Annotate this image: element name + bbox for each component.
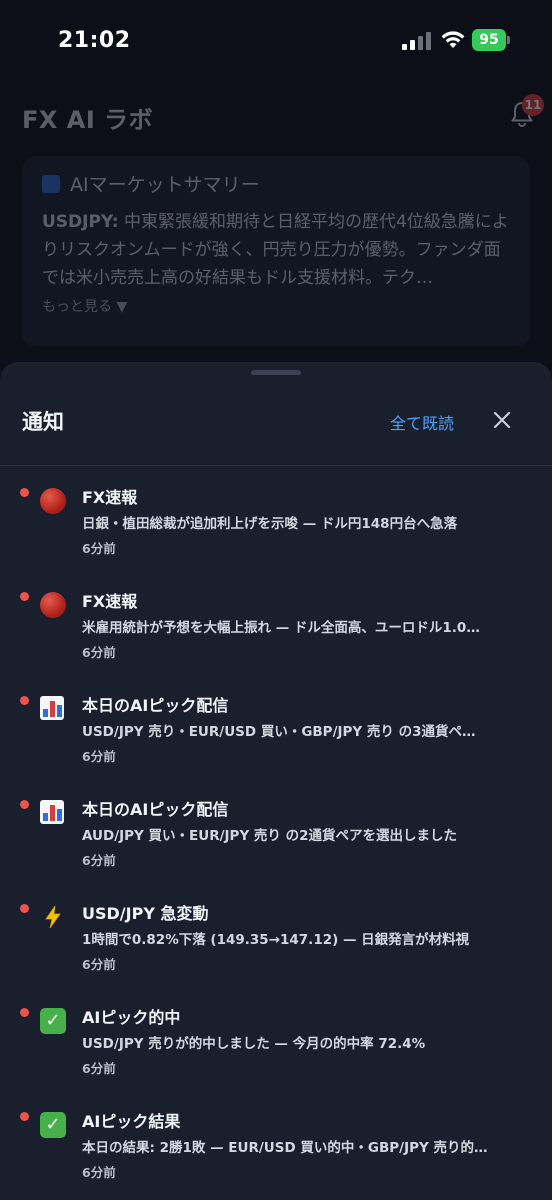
red-circle-icon <box>40 592 66 618</box>
notification-title: FX速報 <box>82 488 138 507</box>
notification-item[interactable]: ✓ AIピック結果 本日の結果: 2勝1敗 — EUR/USD 買い的中・GBP… <box>0 1090 552 1194</box>
notification-list: FX速報 日銀・植田総裁が追加利上げを示唆 — ドル円148円台へ急落 6分前 … <box>0 466 552 1194</box>
check-mark-icon: ✓ <box>40 1112 66 1138</box>
sheet-grabber[interactable] <box>251 370 301 375</box>
unread-dot <box>20 1112 29 1121</box>
notification-time: 6分前 <box>82 645 116 660</box>
bar-chart-icon <box>40 800 66 826</box>
battery-level: 95 <box>472 29 506 51</box>
close-icon[interactable] <box>486 404 518 436</box>
notification-time: 6分前 <box>82 1165 116 1180</box>
unread-dot <box>20 488 29 497</box>
notification-title: AIピック結果 <box>82 1112 181 1131</box>
notification-title: 本日のAIピック配信 <box>82 800 229 819</box>
notification-title: 本日のAIピック配信 <box>82 696 229 715</box>
notification-body: 本日の結果: 2勝1敗 — EUR/USD 買い的中・GBP/JPY 売り的… <box>82 1140 488 1156</box>
notification-body: 1時間で0.82%下落 (149.35→147.12) — 日銀発言が材料視 <box>82 932 470 948</box>
notification-badge: 11 <box>522 94 544 116</box>
unread-dot <box>20 904 29 913</box>
unread-dot <box>20 696 29 705</box>
notification-body: 日銀・植田総裁が追加利上げを示唆 — ドル円148円台へ急落 <box>82 516 458 532</box>
lightning-icon <box>40 904 66 930</box>
battery-icon: 95 <box>472 29 510 51</box>
unread-dot <box>20 592 29 601</box>
market-summary-card[interactable]: AIマーケットサマリー USDJPY: 中東緊張緩和期待と日経平均の歴代4位級急… <box>22 156 530 346</box>
mark-all-read-button[interactable]: 全て既読 <box>390 410 454 434</box>
notification-body: 米雇用統計が予想を大幅上振れ — ドル全面高、ユーロドル1.0… <box>82 620 480 636</box>
notification-time: 6分前 <box>82 853 116 868</box>
show-more-link[interactable]: もっと見る ▼ <box>42 296 127 316</box>
check-mark-icon: ✓ <box>40 1008 66 1034</box>
notification-item[interactable]: FX速報 米雇用統計が予想を大幅上振れ — ドル全面高、ユーロドル1.0… 6分… <box>0 570 552 674</box>
notification-body: USD/JPY 売り・EUR/USD 買い・GBP/JPY 売り の3通貨ペ… <box>82 724 476 740</box>
notification-item[interactable]: 本日のAIピック配信 AUD/JPY 買い・EUR/JPY 売り の2通貨ペアを… <box>0 778 552 882</box>
notification-title: FX速報 <box>82 592 138 611</box>
summary-title: AIマーケットサマリー <box>42 170 260 197</box>
notification-time: 6分前 <box>82 749 116 764</box>
screen: 21:02 95 FX AI ラボ 11 AIマーケットサマリー USDJPY:… <box>0 0 552 1200</box>
notification-time: 6分前 <box>82 541 116 556</box>
chart-icon <box>42 175 60 193</box>
notification-body: AUD/JPY 買い・EUR/JPY 売り の2通貨ペアを選出しました <box>82 828 458 844</box>
bar-chart-icon <box>40 696 66 722</box>
notification-time: 6分前 <box>82 1061 116 1076</box>
summary-text: USDJPY: 中東緊張緩和期待と日経平均の歴代4位級急騰によりリスクオンムード… <box>42 212 509 288</box>
notification-item[interactable]: USD/JPY 急変動 1時間で0.82%下落 (149.35→147.12) … <box>0 882 552 986</box>
app-background: FX AI ラボ 11 AIマーケットサマリー USDJPY: 中東緊張緩和期待… <box>0 84 552 384</box>
sheet-header: 通知 全て既読 <box>0 390 552 466</box>
notification-time: 6分前 <box>82 957 116 972</box>
cellular-signal-icon <box>402 32 432 50</box>
notification-title: USD/JPY 急変動 <box>82 904 209 923</box>
notification-item[interactable]: FX速報 日銀・植田総裁が追加利上げを示唆 — ドル円148円台へ急落 6分前 <box>0 466 552 570</box>
notification-item[interactable]: ✓ AIピック的中 USD/JPY 売りが的中しました — 今月の的中率 72.… <box>0 986 552 1090</box>
notification-body: USD/JPY 売りが的中しました — 今月の的中率 72.4% <box>82 1036 426 1052</box>
notification-title: AIピック的中 <box>82 1008 181 1027</box>
notification-item[interactable]: 本日のAIピック配信 USD/JPY 売り・EUR/USD 買い・GBP/JPY… <box>0 674 552 778</box>
status-bar: 21:02 95 <box>0 0 552 84</box>
sheet-title: 通知 <box>22 410 64 434</box>
app-title: FX AI ラボ <box>22 106 154 134</box>
status-time: 21:02 <box>58 28 131 53</box>
wifi-icon <box>441 31 465 48</box>
unread-dot <box>20 800 29 809</box>
unread-dot <box>20 1008 29 1017</box>
red-circle-icon <box>40 488 66 514</box>
notification-sheet: 通知 全て既読 FX速報 日銀・植田総裁が追加利上げを示唆 — ドル円148円台… <box>0 362 552 1200</box>
